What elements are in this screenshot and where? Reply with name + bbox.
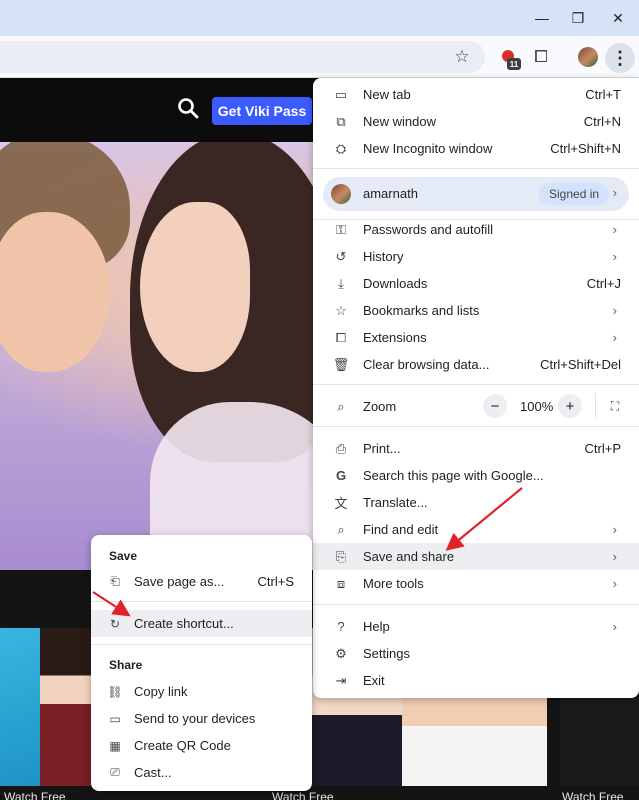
translate-icon: 文 bbox=[334, 496, 348, 511]
link-icon: ⛓ bbox=[107, 684, 123, 699]
zoom-icon: ⌕ bbox=[337, 398, 345, 414]
menu-item-search-google[interactable]: G Search this page with Google... bbox=[313, 462, 639, 489]
kebab-menu-icon[interactable]: ⋮ bbox=[605, 43, 635, 73]
menu-item-save-page[interactable]: ⎗ Save page as... Ctrl+S bbox=[91, 568, 312, 595]
print-icon: ⎙ bbox=[335, 440, 347, 456]
download-icon: ⤓ bbox=[338, 275, 344, 291]
key-icon: ⚿ bbox=[336, 221, 346, 237]
chevron-right-icon: › bbox=[612, 222, 617, 237]
signed-in-badge: Signed in bbox=[539, 183, 610, 205]
shortcut-icon: ↻ bbox=[109, 616, 121, 631]
chevron-right-icon: › bbox=[612, 185, 617, 200]
get-viki-pass-button[interactable]: Get Viki Pass bbox=[212, 97, 312, 125]
chevron-right-icon: › bbox=[612, 303, 617, 318]
bookmark-star-icon[interactable]: ☆ bbox=[448, 43, 476, 71]
watch-free-label[interactable]: Watch Free bbox=[4, 790, 66, 800]
google-icon: G bbox=[335, 468, 347, 483]
find-icon: ⌕ bbox=[337, 521, 345, 537]
menu-item-qr-code[interactable]: ▦ Create QR Code bbox=[91, 732, 312, 759]
star-icon: ☆ bbox=[335, 302, 347, 318]
devices-icon: ▭ bbox=[109, 711, 121, 726]
save-page-icon: ⎗ bbox=[110, 574, 120, 588]
menu-item-new-window[interactable]: ⧉ New window Ctrl+N bbox=[313, 108, 639, 135]
menu-item-find-edit[interactable]: ⌕ Find and edit › bbox=[313, 516, 639, 543]
menu-item-downloads[interactable]: ⤓ Downloads Ctrl+J bbox=[313, 270, 639, 297]
new-window-icon: ⧉ bbox=[336, 113, 346, 129]
zoom-divider bbox=[595, 393, 596, 419]
menu-item-send-devices[interactable]: ▭ Send to your devices bbox=[91, 705, 312, 732]
save-share-icon: ⎘ bbox=[335, 548, 347, 564]
menu-divider bbox=[91, 644, 312, 645]
profile-name: amarnath bbox=[363, 186, 418, 201]
menu-item-save-share[interactable]: ⎘ Save and share › bbox=[313, 543, 639, 570]
history-icon: ↺ bbox=[335, 248, 347, 264]
restore-icon[interactable]: ❐ bbox=[564, 6, 592, 30]
menu-item-more-tools[interactable]: ⧈ More tools › bbox=[313, 570, 639, 597]
menu-item-incognito[interactable]: ⛭ New Incognito window Ctrl+Shift+N bbox=[313, 135, 639, 162]
zoom-in-button[interactable]: + bbox=[558, 394, 582, 418]
help-icon: ? bbox=[337, 619, 345, 634]
search-icon[interactable] bbox=[176, 96, 200, 120]
menu-divider bbox=[313, 384, 639, 385]
menu-item-settings[interactable]: ⚙ Settings bbox=[313, 640, 639, 667]
trash-icon: 🗑 bbox=[332, 356, 350, 372]
menu-item-extensions[interactable]: ⧠ Extensions › bbox=[313, 324, 639, 351]
fullscreen-icon[interactable]: ⛶ bbox=[603, 394, 627, 418]
puzzle-icon: ⧠ bbox=[335, 329, 347, 345]
menu-item-exit[interactable]: ⇥ Exit bbox=[313, 667, 639, 694]
chevron-right-icon: › bbox=[612, 522, 617, 537]
menu-divider bbox=[313, 168, 639, 169]
save-share-submenu: Save ⎗ Save page as... Ctrl+S ↻ Create s… bbox=[91, 535, 312, 791]
menu-divider bbox=[313, 604, 639, 605]
menu-divider bbox=[91, 601, 312, 602]
menu-item-create-shortcut[interactable]: ↻ Create shortcut... bbox=[91, 610, 312, 637]
menu-item-copy-link[interactable]: ⛓ Copy link bbox=[91, 678, 312, 705]
menu-item-new-tab[interactable]: ▭ New tab Ctrl+T bbox=[313, 81, 639, 108]
incognito-icon: ⛭ bbox=[335, 140, 347, 156]
save-section-header: Save bbox=[109, 549, 138, 563]
address-bar[interactable] bbox=[0, 41, 485, 73]
minimize-icon[interactable]: — bbox=[528, 6, 556, 30]
chevron-right-icon: › bbox=[612, 619, 617, 634]
cast-icon: ⎚ bbox=[110, 765, 120, 779]
menu-item-cast[interactable]: ⎚ Cast... bbox=[91, 759, 312, 786]
menu-item-print[interactable]: ⎙ Print... Ctrl+P bbox=[313, 435, 639, 462]
zoom-out-button[interactable]: − bbox=[483, 394, 507, 418]
menu-item-clear-data[interactable]: 🗑 Clear browsing data... Ctrl+Shift+Del bbox=[313, 351, 639, 378]
menu-item-history[interactable]: ↺ History › bbox=[313, 243, 639, 270]
chevron-right-icon: › bbox=[612, 330, 617, 345]
profile-row[interactable]: amarnath Signed in › bbox=[323, 177, 629, 211]
menu-item-bookmarks[interactable]: ☆ Bookmarks and lists › bbox=[313, 297, 639, 324]
menu-divider bbox=[313, 426, 639, 427]
share-section-header: Share bbox=[109, 658, 143, 672]
watch-free-label[interactable]: Watch Free bbox=[272, 790, 334, 800]
title-bar: — ❐ ✕ bbox=[0, 0, 639, 36]
new-tab-icon: ▭ bbox=[334, 86, 348, 102]
avatar bbox=[331, 184, 351, 204]
chevron-right-icon: › bbox=[612, 249, 617, 264]
zoom-level: 100% bbox=[520, 399, 554, 414]
qr-icon: ▦ bbox=[109, 738, 121, 753]
menu-item-translate[interactable]: 文 Translate... bbox=[313, 489, 639, 516]
show-thumbnail[interactable] bbox=[40, 628, 95, 786]
settings-icon: ⚙ bbox=[335, 645, 347, 661]
chrome-main-menu: ▭ New tab Ctrl+T ⧉ New window Ctrl+N ⛭ N… bbox=[313, 78, 639, 698]
exit-icon: ⇥ bbox=[335, 672, 347, 688]
extensions-icon[interactable]: ⧠ bbox=[527, 43, 555, 71]
toolbox-icon: ⧈ bbox=[336, 575, 346, 591]
close-icon[interactable]: ✕ bbox=[604, 6, 632, 30]
profile-avatar[interactable] bbox=[578, 47, 598, 67]
menu-item-zoom: ⌕ Zoom bbox=[313, 393, 639, 420]
chevron-right-icon: › bbox=[612, 549, 617, 564]
watch-free-label[interactable]: Watch Free bbox=[562, 790, 624, 800]
chevron-right-icon: › bbox=[612, 576, 617, 591]
menu-item-help[interactable]: ? Help › bbox=[313, 613, 639, 640]
menu-item-passwords[interactable]: ⚿ Passwords and autofill › bbox=[313, 216, 639, 243]
extension-badge: 11 bbox=[507, 58, 521, 70]
